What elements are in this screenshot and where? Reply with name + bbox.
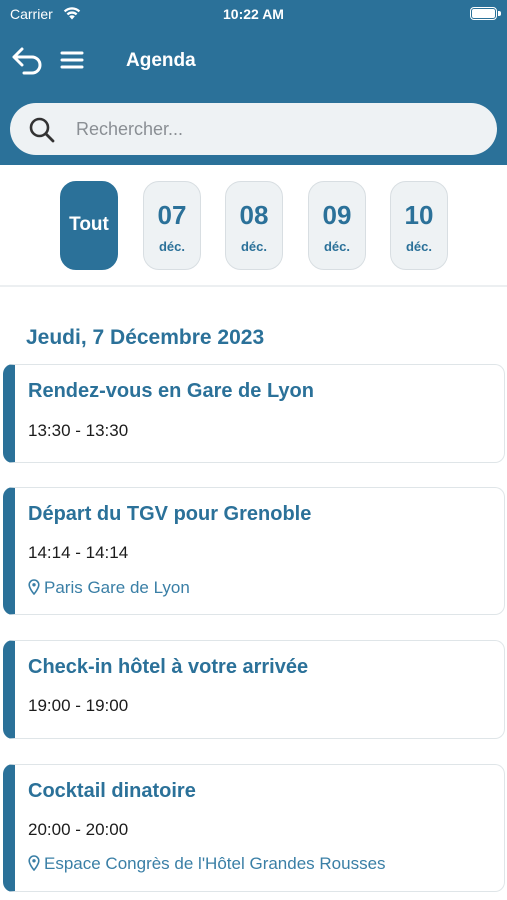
undo-arrow-icon	[12, 47, 42, 75]
date-chip-08[interactable]: 08 déc.	[225, 181, 283, 270]
day-heading: Jeudi, 7 Décembre 2023	[26, 326, 265, 349]
app-header: Carrier 10:22 AM Agenda	[0, 0, 507, 165]
date-chip-day: 09	[322, 200, 352, 230]
battery-icon	[470, 7, 497, 20]
event-location[interactable]: Paris Gare de Lyon	[28, 578, 190, 598]
event-time: 14:14 - 14:14	[28, 543, 129, 562]
status-time: 10:22 AM	[223, 6, 284, 22]
hamburger-menu-icon	[60, 51, 84, 69]
back-button[interactable]	[10, 44, 46, 76]
event-card[interactable]: Rendez-vous en Gare de Lyon 13:30 - 13:3…	[3, 364, 505, 463]
event-card[interactable]: Cocktail dinatoire 20:00 - 20:00 Espace …	[3, 764, 505, 892]
event-title: Cocktail dinatoire	[28, 780, 196, 802]
map-pin-icon	[28, 855, 40, 871]
date-chip-month: déc.	[323, 239, 350, 254]
date-chip-day: 08	[239, 200, 269, 230]
battery-tip	[498, 11, 501, 16]
event-title: Rendez-vous en Gare de Lyon	[28, 380, 314, 402]
event-time: 13:30 - 13:30	[28, 421, 129, 440]
map-pin-icon	[28, 579, 40, 595]
date-chip-09[interactable]: 09 déc.	[308, 181, 366, 270]
search-bar[interactable]	[10, 103, 497, 155]
date-chip-10[interactable]: 10 déc.	[390, 181, 448, 270]
event-title: Départ du TGV pour Grenoble	[28, 503, 312, 525]
date-chip-day: 07	[157, 200, 187, 230]
date-chip-day: 10	[404, 200, 434, 230]
page-title: Agenda	[126, 50, 196, 71]
event-card[interactable]: Départ du TGV pour Grenoble 14:14 - 14:1…	[3, 487, 505, 615]
event-location[interactable]: Espace Congrès de l'Hôtel Grandes Rousse…	[28, 854, 386, 874]
date-chip-month: déc.	[240, 239, 267, 254]
event-title: Check-in hôtel à votre arrivée	[28, 656, 309, 678]
event-time: 19:00 - 19:00	[28, 696, 129, 715]
date-chip-07[interactable]: 07 déc.	[143, 181, 201, 270]
status-bar: Carrier 10:22 AM	[0, 0, 507, 30]
menu-button[interactable]	[58, 46, 86, 74]
event-location-label: Paris Gare de Lyon	[44, 578, 190, 597]
date-filter-bar: Tout 07 déc. 08 déc. 09 déc. 10 déc.	[0, 165, 507, 287]
event-time: 20:00 - 20:00	[28, 820, 129, 839]
date-chip-month: déc.	[405, 239, 432, 254]
date-chip-month: déc.	[158, 239, 185, 254]
date-chip-all[interactable]: Tout	[60, 181, 118, 270]
search-icon	[29, 117, 55, 143]
search-input[interactable]	[76, 103, 476, 155]
date-chip-all-label: Tout	[69, 214, 109, 235]
event-location-label: Espace Congrès de l'Hôtel Grandes Rousse…	[44, 854, 386, 873]
event-card[interactable]: Check-in hôtel à votre arrivée 19:00 - 1…	[3, 640, 505, 739]
